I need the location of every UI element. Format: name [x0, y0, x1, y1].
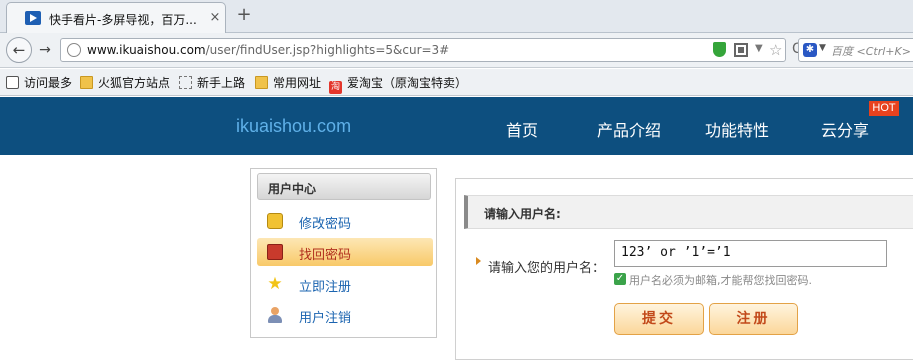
close-tab-icon[interactable]: × [207, 10, 223, 26]
shield-icon[interactable] [713, 42, 726, 57]
site-favicon-icon [25, 11, 41, 25]
bookmarks-bar: 访问最多 火狐官方站点 新手上路 常用网址 淘爱淘宝（原淘宝特卖） [0, 69, 913, 96]
bullet-arrow-icon [476, 257, 481, 265]
sidebar-item-label: 找回密码 [299, 248, 352, 263]
globe-icon [67, 43, 81, 57]
username-input[interactable]: 123’ or ’1’=’1 [614, 240, 887, 267]
bookmark-label: 访问最多 [24, 76, 73, 90]
bookmark-most-visited[interactable]: 访问最多 [6, 74, 72, 92]
bookmark-ai-taobao[interactable]: 淘爱淘宝（原淘宝特卖） [329, 74, 468, 94]
bookmark-common-sites[interactable]: 常用网址 [255, 74, 321, 92]
tab-strip: 快手看片-多屏导视，百万... × + [0, 0, 913, 33]
submit-button[interactable]: 提交 [614, 303, 704, 335]
baidu-paw-icon[interactable]: ✱ [803, 43, 817, 57]
url-path: /user/findUser.jsp?highlights=5&cur=3# [205, 43, 450, 57]
nav-cloud-share[interactable]: 云分享 [821, 117, 869, 141]
sidebar-item-label: 用户注销 [299, 311, 352, 326]
bookmark-label: 新手上路 [197, 76, 246, 90]
register-button[interactable]: 注册 [709, 303, 798, 335]
search-placeholder[interactable]: 百度 <Ctrl+K> [831, 43, 911, 59]
most-visited-icon [6, 76, 19, 89]
nav-products[interactable]: 产品介绍 [597, 117, 661, 141]
search-box[interactable]: ✱ ▼ 百度 <Ctrl+K> [798, 38, 913, 62]
sidebar-item-label: 修改密码 [299, 217, 352, 232]
site-logo[interactable]: ikuaishou.com [236, 116, 351, 137]
bookmark-firefox-sites[interactable]: 火狐官方站点 [80, 74, 170, 92]
url-text[interactable]: www.ikuaishou.com/user/findUser.jsp?high… [87, 43, 449, 57]
hot-badge: HOT [869, 101, 899, 116]
panel-header: 请输入用户名: [464, 195, 913, 229]
nav-features[interactable]: 功能特性 [705, 117, 769, 141]
recover-password-panel: 请输入用户名: 请输入您的用户名： 123’ or ’1’=’1 ✓ 用户名必须… [455, 178, 913, 360]
dashed-folder-icon [179, 76, 192, 89]
toolbox-icon [267, 244, 283, 260]
qr-code-icon[interactable] [734, 43, 748, 57]
bookmark-label: 火狐官方站点 [98, 76, 171, 90]
address-bar[interactable]: www.ikuaishou.com/user/findUser.jsp?high… [60, 38, 786, 62]
user-icon [267, 307, 283, 323]
site-header: ikuaishou.com 首页 产品介绍 功能特性 云分享 HOT [0, 97, 913, 155]
nav-home[interactable]: 首页 [506, 117, 538, 141]
sidebar-item-logout[interactable]: 用户注销 [257, 301, 433, 329]
browser-tab[interactable]: 快手看片-多屏导视，百万... × [6, 2, 226, 33]
sidebar-item-change-password[interactable]: 修改密码 [257, 207, 433, 235]
bookmark-label: 爱淘宝（原淘宝特卖） [347, 76, 468, 90]
sidebar-item-label: 立即注册 [299, 280, 352, 295]
folder-icon [80, 76, 93, 89]
sidebar-title: 用户中心 [268, 182, 317, 196]
check-icon: ✓ [614, 273, 626, 285]
folder-icon [255, 76, 268, 89]
tab-title: 快手看片-多屏导视，百万... [49, 13, 197, 27]
bookmark-label: 常用网址 [273, 76, 322, 90]
bookmark-star-icon[interactable]: ☆ [769, 41, 782, 59]
user-center-sidebar: 用户中心 修改密码 找回密码 ★ 立即注册 用户注销 [250, 168, 437, 338]
panel-title: 请输入用户名: [484, 207, 561, 221]
history-dropdown-icon[interactable]: ▼ [755, 43, 763, 54]
taobao-icon: 淘 [329, 81, 342, 94]
forward-button[interactable]: → [34, 40, 56, 60]
sidebar-item-register[interactable]: ★ 立即注册 [257, 270, 433, 298]
sidebar-header: 用户中心 [257, 173, 431, 200]
sidebar-item-recover-password[interactable]: 找回密码 [257, 238, 433, 266]
username-label: 请输入您的用户名： [488, 261, 606, 276]
back-button[interactable]: ← [6, 37, 32, 63]
star-icon: ★ [267, 274, 283, 294]
new-tab-button[interactable]: + [234, 5, 254, 25]
search-engine-dropdown-icon[interactable]: ▼ [819, 43, 826, 53]
bookmark-getting-started[interactable]: 新手上路 [179, 74, 245, 92]
key-icon [267, 213, 283, 229]
username-hint: 用户名必须为邮箱,才能帮您找回密码. [629, 274, 812, 287]
url-host: www.ikuaishou.com [87, 43, 206, 57]
navigation-toolbar: ← → www.ikuaishou.com/user/findUser.jsp?… [0, 33, 913, 68]
